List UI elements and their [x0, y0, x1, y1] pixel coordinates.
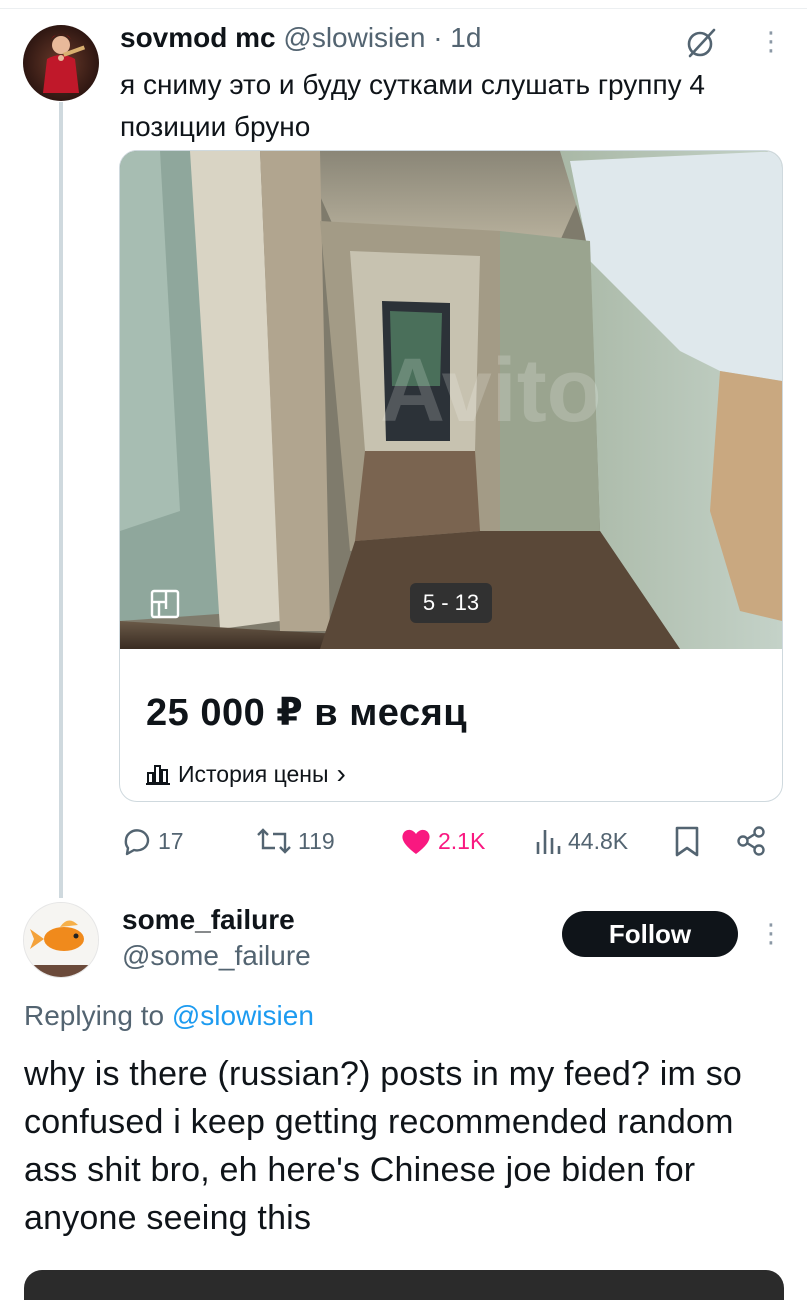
- top-divider: [0, 0, 807, 9]
- floor-plan-icon[interactable]: [150, 589, 180, 619]
- goldfish-avatar-image: [24, 903, 98, 977]
- views-icon: [536, 830, 561, 854]
- author-name[interactable]: sovmod mc: [120, 22, 276, 53]
- listing-photo[interactable]: Avito: [120, 151, 782, 649]
- image-counter-badge: 5 - 13: [410, 583, 492, 623]
- like-button[interactable]: 2.1K: [400, 826, 485, 856]
- reply-count: 17: [158, 827, 184, 854]
- avatar[interactable]: [23, 25, 99, 101]
- more-icon[interactable]: ⋮: [758, 28, 784, 54]
- chart-icon: [146, 765, 170, 785]
- tweet-header: sovmod mc @slowisien · 1d: [120, 22, 481, 54]
- tweet-time[interactable]: · 1d: [433, 22, 481, 53]
- author-handle[interactable]: @some_failure: [122, 940, 311, 972]
- media-preview[interactable]: [24, 1270, 784, 1300]
- avatar[interactable]: [23, 902, 99, 978]
- avatar-image: [43, 34, 86, 93]
- bookmark-icon: [675, 826, 699, 857]
- repost-count: 119: [298, 827, 335, 854]
- follow-button[interactable]: Follow: [562, 911, 738, 957]
- share-icon: [737, 826, 765, 856]
- views-button[interactable]: 44.8K: [534, 826, 628, 856]
- reply-button[interactable]: 17: [122, 826, 184, 856]
- more-icon[interactable]: ⋮: [758, 920, 784, 946]
- like-count: 2.1K: [438, 827, 486, 854]
- replying-to-line: Replying to @slowisien: [24, 1000, 314, 1032]
- price-history-label: История цены: [178, 760, 329, 787]
- reply-icon: [124, 829, 150, 856]
- chevron-right-icon: ›: [336, 758, 346, 789]
- grok-icon[interactable]: [684, 26, 718, 60]
- tweet-actions-bar: 17 119 2.1K 44.8K: [0, 822, 807, 862]
- tweet-text: я сниму это и буду сутками слушать групп…: [120, 69, 705, 142]
- price-history-link[interactable]: История цены ›: [146, 758, 346, 790]
- heart-icon: [402, 829, 430, 854]
- share-button[interactable]: [736, 826, 766, 856]
- tweet-text: why is there (russian?) posts in my feed…: [24, 1055, 743, 1237]
- views-count: 44.8K: [568, 827, 629, 854]
- replying-mention-link[interactable]: @slowisien: [172, 1000, 314, 1031]
- author-name[interactable]: some_failure: [122, 904, 295, 936]
- repost-icon: [257, 828, 291, 854]
- replying-prefix: Replying to: [24, 1000, 172, 1031]
- author-handle[interactable]: @slowisien: [283, 22, 425, 53]
- thread-connector-line: [59, 102, 63, 898]
- bookmark-button[interactable]: [674, 826, 700, 858]
- repost-button[interactable]: 119: [256, 826, 335, 856]
- watermark: Avito: [380, 341, 602, 441]
- listing-price: 25 000 ₽ в месяц: [146, 692, 468, 734]
